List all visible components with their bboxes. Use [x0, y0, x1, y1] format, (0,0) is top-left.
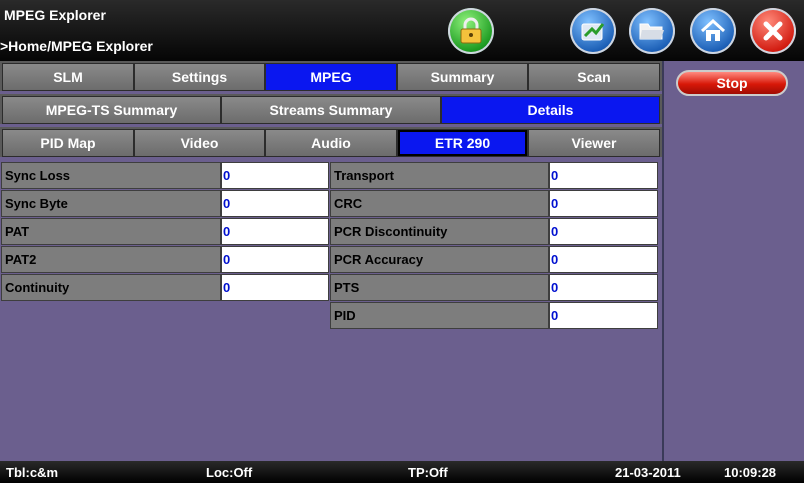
- tab-streams-summary[interactable]: Streams Summary: [221, 96, 441, 124]
- tab-audio[interactable]: Audio: [265, 129, 397, 157]
- value-sync-loss: 0: [221, 162, 329, 189]
- tool-icon: [581, 23, 605, 41]
- tab-row-mpeg: MPEG-TS Summary Streams Summary Details: [0, 94, 662, 124]
- value-pat2: 0: [221, 246, 329, 273]
- close-icon: [763, 21, 783, 41]
- tab-mpeg-ts-summary[interactable]: MPEG-TS Summary: [2, 96, 221, 124]
- value-continuity: 0: [221, 274, 329, 301]
- value-pcr-discontinuity: 0: [549, 218, 658, 245]
- value-pcr-accuracy: 0: [549, 246, 658, 273]
- stop-button[interactable]: Stop: [676, 70, 788, 96]
- tab-scan[interactable]: Scan: [528, 63, 660, 91]
- tab-pid-map[interactable]: PID Map: [2, 129, 134, 157]
- tab-viewer[interactable]: Viewer: [528, 129, 660, 157]
- breadcrumb[interactable]: >Home/MPEG Explorer: [0, 38, 153, 54]
- value-crc: 0: [549, 190, 658, 217]
- tab-summary[interactable]: Summary: [397, 63, 528, 91]
- open-folder-button[interactable]: [629, 8, 675, 54]
- label-pat: PAT: [1, 218, 221, 245]
- tab-row-details: PID Map Video Audio ETR 290 Viewer: [0, 127, 662, 157]
- tab-video[interactable]: Video: [134, 129, 265, 157]
- label-pcr-discontinuity: PCR Discontinuity: [330, 218, 549, 245]
- label-pid: PID: [330, 302, 549, 329]
- close-button[interactable]: [750, 8, 796, 54]
- app-title: MPEG Explorer: [4, 7, 106, 23]
- label-transport: Transport: [330, 162, 549, 189]
- label-pat2: PAT2: [1, 246, 221, 273]
- status-bar: Tbl:c&m Loc:Off TP:Off 21-03-2011 10:09:…: [0, 461, 804, 483]
- value-pat: 0: [221, 218, 329, 245]
- label-sync-loss: Sync Loss: [1, 162, 221, 189]
- label-sync-byte: Sync Byte: [1, 190, 221, 217]
- home-icon: [700, 18, 726, 41]
- status-table: Tbl:c&m: [6, 465, 58, 480]
- value-sync-byte: 0: [221, 190, 329, 217]
- side-panel: [662, 61, 804, 461]
- label-crc: CRC: [330, 190, 549, 217]
- value-transport: 0: [549, 162, 658, 189]
- tab-slm[interactable]: SLM: [2, 63, 134, 91]
- label-pcr-accuracy: PCR Accuracy: [330, 246, 549, 273]
- lock-icon: [460, 17, 482, 44]
- title-bar: MPEG Explorer >Home/MPEG Explorer: [0, 0, 804, 61]
- tab-details[interactable]: Details: [441, 96, 660, 124]
- status-tp: TP:Off: [408, 465, 448, 480]
- value-pid: 0: [549, 302, 658, 329]
- label-continuity: Continuity: [1, 274, 221, 301]
- label-pts: PTS: [330, 274, 549, 301]
- status-location: Loc:Off: [206, 465, 253, 480]
- status-time: 10:09:28: [724, 465, 777, 480]
- tab-row-main: SLM Settings MPEG Summary Scan: [0, 61, 662, 91]
- status-date: 21-03-2011: [615, 465, 681, 480]
- tools-button[interactable]: [570, 8, 616, 54]
- lock-button[interactable]: [448, 8, 494, 54]
- tab-settings[interactable]: Settings: [134, 63, 265, 91]
- tab-etr-290[interactable]: ETR 290: [397, 129, 528, 157]
- home-button[interactable]: [690, 8, 736, 54]
- value-pts: 0: [549, 274, 658, 301]
- folder-icon: [639, 23, 664, 40]
- tab-mpeg[interactable]: MPEG: [265, 63, 397, 91]
